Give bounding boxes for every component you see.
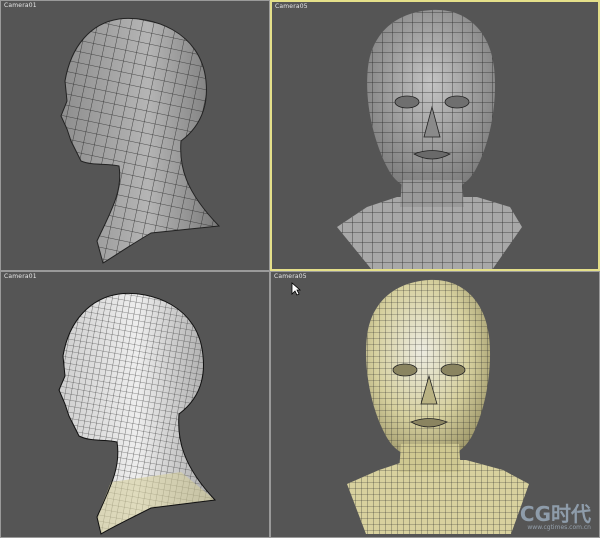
head-model-profile-dense xyxy=(58,292,217,535)
viewport-grid: Camera01 Camera05 Camera01 Camera05 CG时代… xyxy=(0,0,600,538)
head-model-profile-coarse xyxy=(60,17,221,264)
viewport-top-left[interactable]: Camera01 xyxy=(0,0,270,271)
viewport-top-right[interactable]: Camera05 xyxy=(270,0,600,271)
head-model-front-dense xyxy=(347,279,529,534)
head-model-front-coarse xyxy=(337,9,522,269)
viewport-bottom-left[interactable]: Camera01 xyxy=(0,271,270,538)
viewport-bottom-right[interactable]: Camera05 CG时代 www.cgtimes.com.cn xyxy=(270,271,600,538)
watermark: CG时代 www.cgtimes.com.cn xyxy=(520,504,591,531)
watermark-logo: CG时代 xyxy=(519,502,591,526)
watermark-url: www.cgtimes.com.cn xyxy=(527,524,591,531)
